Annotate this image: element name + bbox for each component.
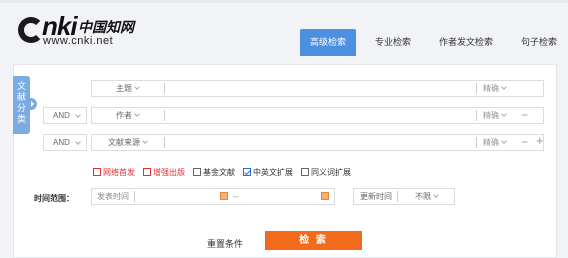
publish-time-placeholder: 发表时间 <box>97 192 129 201</box>
checkbox-synonym-expand[interactable]: 同义词扩展 <box>301 166 351 178</box>
field-select-author[interactable]: 作者 <box>116 108 140 123</box>
search-button[interactable]: 检 索 <box>265 231 362 250</box>
range-dash: -- <box>233 192 239 201</box>
filter-checkboxes: 网络首发 增强出版 基金文献 中英文扩展 同义词扩展 <box>93 166 359 178</box>
tab-advanced-search[interactable]: 高级检索 <box>300 29 357 56</box>
update-time-value[interactable]: 不限 <box>415 189 439 204</box>
update-time-label: 更新时间 <box>360 192 392 201</box>
remove-row-button[interactable]: − <box>521 135 528 149</box>
cnki-logo[interactable]: nki 中国知网 www.cnki.net <box>18 11 136 47</box>
expand-arrow-icon[interactable] <box>29 98 37 110</box>
search-row-3: 文献来源 精确 <box>91 134 544 151</box>
tab-sentence-search[interactable]: 句子检索 <box>511 29 567 56</box>
checkbox-cn-en-expand[interactable]: 中英文扩展 <box>243 166 293 178</box>
reset-button[interactable]: 重置条件 <box>207 237 243 250</box>
field-select-topic[interactable]: 主题 <box>116 81 140 96</box>
tab-author-search[interactable]: 作者发文检索 <box>429 29 503 56</box>
search-row-2: 作者 精确 <box>91 107 544 124</box>
top-divider <box>0 0 568 3</box>
logic-select-2[interactable]: AND <box>43 107 87 124</box>
match-select[interactable]: 精确 <box>483 108 507 123</box>
logo-chinese-name: 中国知网 <box>78 20 134 36</box>
advanced-search-panel: 文献分类 主题 精确 AND 作者 精确 − AND 文献来源 精确 − + <box>13 64 557 258</box>
field-select-source[interactable]: 文献来源 <box>108 135 148 150</box>
category-tab[interactable]: 文献分类 <box>13 76 30 134</box>
time-range-label: 时间范围： <box>34 194 74 203</box>
search-type-tabs: 高级检索 专业检索 作者发文检索 句子检索 <box>300 29 567 56</box>
logo-c-mark <box>18 17 44 43</box>
checkbox-enhanced-publishing[interactable]: 增强出版 <box>143 166 185 178</box>
tab-professional-search[interactable]: 专业检索 <box>365 29 421 56</box>
calendar-icon[interactable] <box>220 192 228 200</box>
add-row-button[interactable]: + <box>536 134 544 148</box>
match-select[interactable]: 精确 <box>483 135 507 150</box>
logo-url: www.cnki.net <box>43 35 114 47</box>
update-time-select[interactable]: 更新时间 不限 <box>353 188 455 205</box>
publish-time-range: 发表时间 -- <box>91 188 335 205</box>
logic-select-3[interactable]: AND <box>43 134 87 151</box>
match-select[interactable]: 精确 <box>483 81 507 96</box>
search-row-1: 主题 精确 <box>91 80 544 97</box>
calendar-icon[interactable] <box>321 192 329 200</box>
checkbox-fund-literature[interactable]: 基金文献 <box>193 166 235 178</box>
remove-row-button[interactable]: − <box>521 108 528 122</box>
checkbox-online-first[interactable]: 网络首发 <box>93 166 135 178</box>
